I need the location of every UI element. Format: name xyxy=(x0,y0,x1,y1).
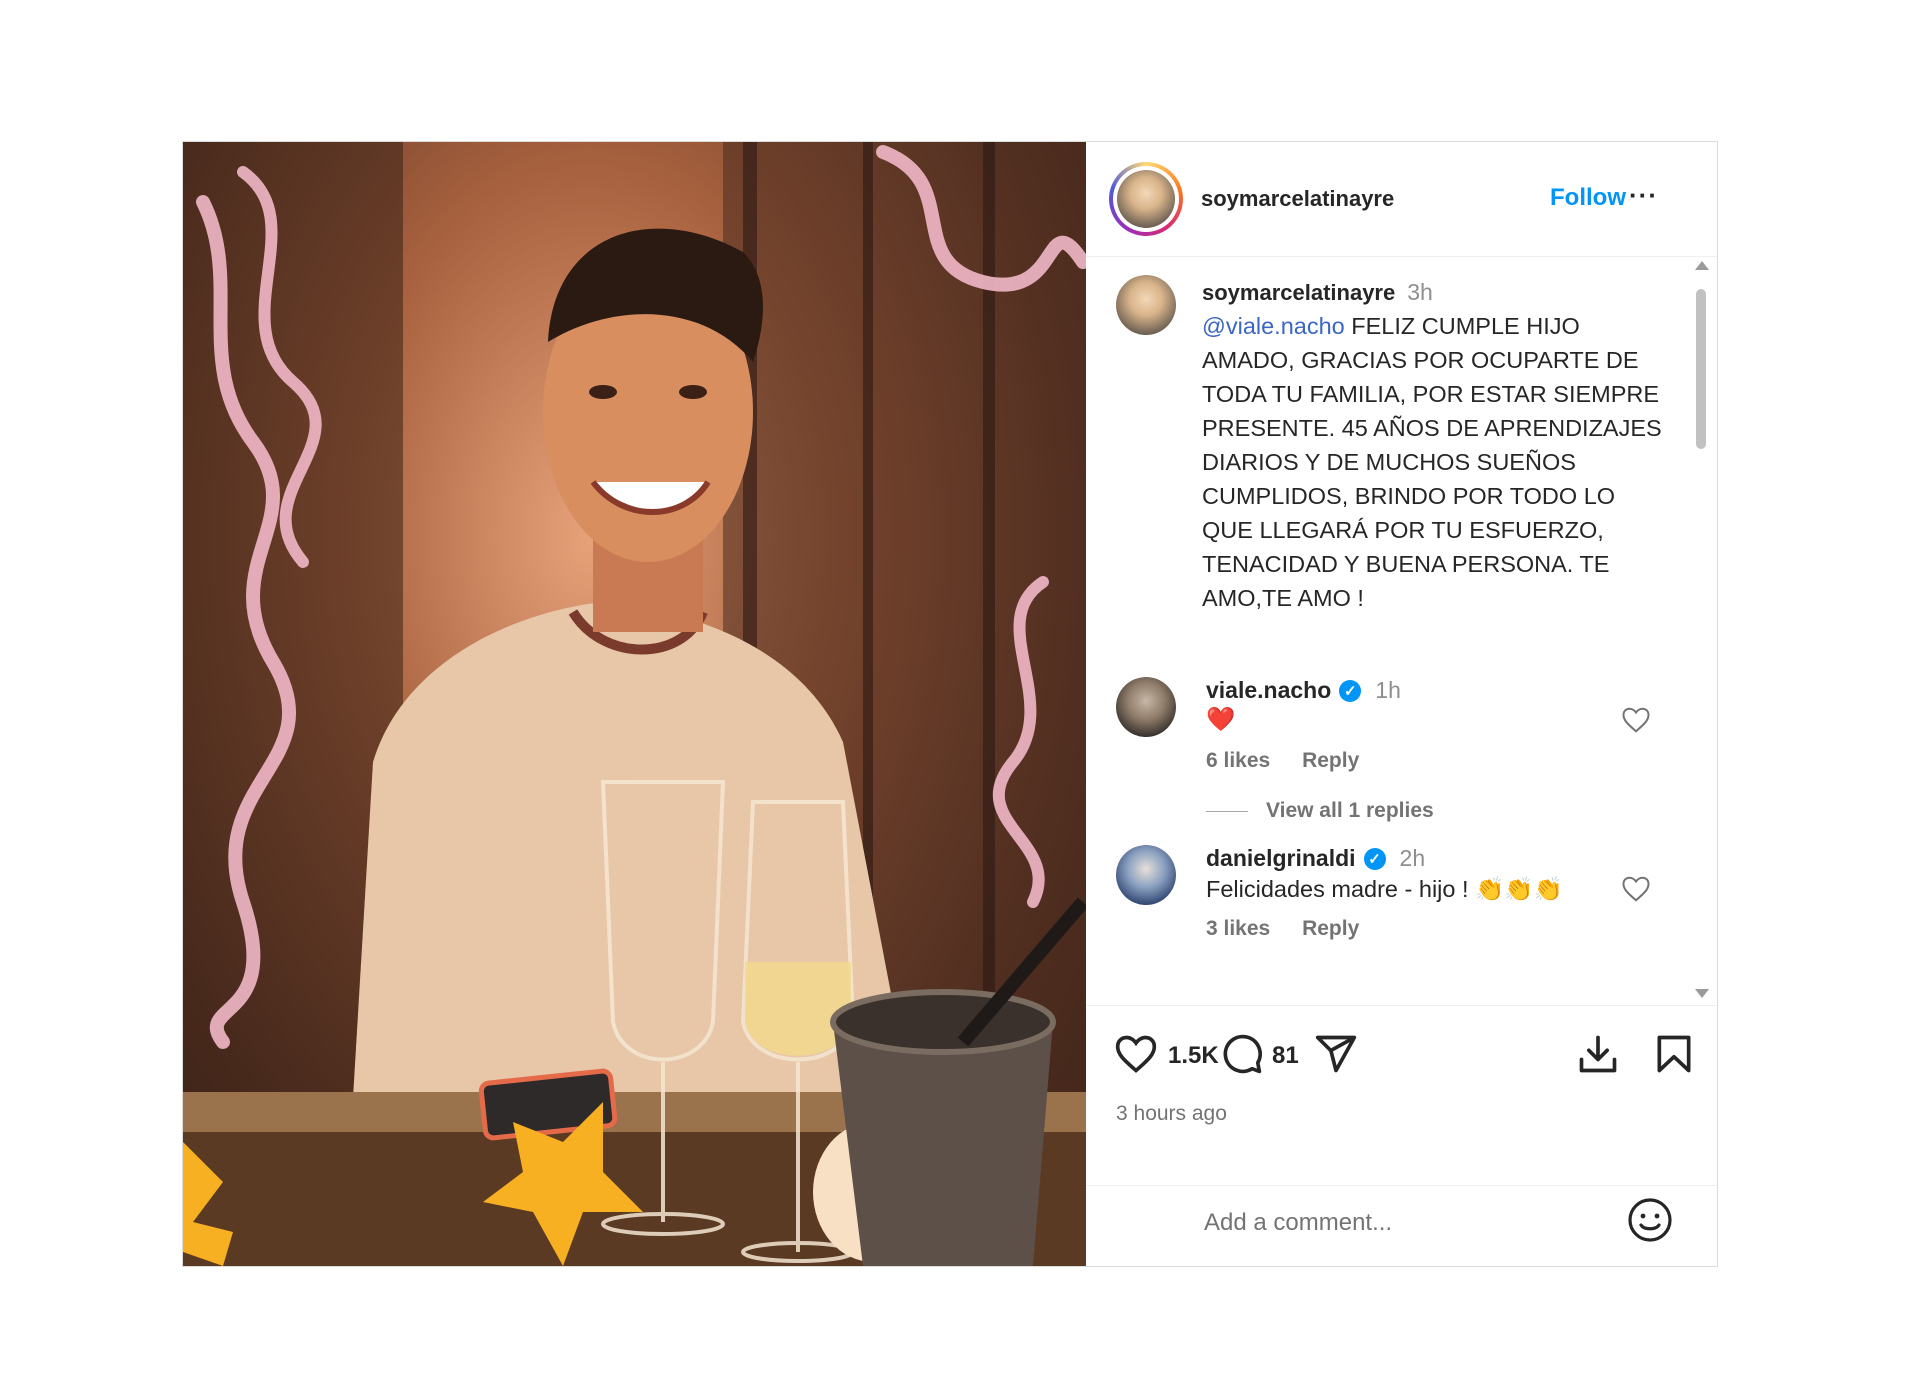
comment-time: 1h xyxy=(1375,677,1401,703)
post-side-panel: soymarcelatinayre Follow ··· soymarcelat… xyxy=(1086,142,1717,1266)
comment-avatar[interactable] xyxy=(1116,677,1176,737)
scroll-down-arrow-icon[interactable] xyxy=(1695,989,1709,998)
story-ring[interactable] xyxy=(1109,162,1183,236)
post-timestamp: 3 hours ago xyxy=(1116,1102,1227,1125)
caption-username[interactable]: soymarcelatinayre xyxy=(1202,280,1395,305)
save-bookmark-icon[interactable] xyxy=(1652,1032,1696,1076)
post-header: soymarcelatinayre Follow ··· xyxy=(1086,142,1717,257)
caption-avatar[interactable] xyxy=(1116,275,1176,335)
caption-text: @viale.nacho FELIZ CUMPLE HIJO AMADO, GR… xyxy=(1202,309,1672,615)
comment-avatar[interactable] xyxy=(1116,845,1176,905)
comment-like-icon[interactable] xyxy=(1621,874,1651,904)
add-comment-input[interactable] xyxy=(1202,1202,1626,1244)
comment-username[interactable]: danielgrinaldi xyxy=(1206,845,1356,872)
scroll-thumb[interactable] xyxy=(1696,289,1706,449)
comment-like-icon[interactable] xyxy=(1621,705,1651,735)
comment-username[interactable]: viale.nacho xyxy=(1206,677,1331,704)
follow-button[interactable]: Follow xyxy=(1550,184,1626,212)
author-avatar[interactable] xyxy=(1117,170,1175,228)
caption-time: 3h xyxy=(1407,279,1433,305)
verified-badge-icon: ✓ xyxy=(1363,847,1386,870)
author-username[interactable]: soymarcelatinayre xyxy=(1201,186,1394,212)
replies-line xyxy=(1206,810,1248,812)
comment-time: 2h xyxy=(1399,845,1426,871)
comment-likes[interactable]: 6 likes xyxy=(1206,749,1270,772)
download-icon[interactable] xyxy=(1576,1032,1620,1076)
like-count[interactable]: 1.5K xyxy=(1168,1042,1219,1070)
caption-body: FELIZ CUMPLE HIJO AMADO, GRACIAS POR OCU… xyxy=(1202,313,1662,611)
view-replies-label[interactable]: View all 1 replies xyxy=(1266,799,1434,823)
post-actions: 1.5K 81 3 hours ago xyxy=(1086,1005,1717,1186)
comment-meta: 3 likes Reply xyxy=(1206,917,1385,941)
comment-bubble-icon[interactable] xyxy=(1220,1032,1264,1076)
comment-text: ❤️ xyxy=(1206,706,1236,732)
comment-header: danielgrinaldi ✓ 2h xyxy=(1206,845,1425,872)
comment-count[interactable]: 81 xyxy=(1272,1042,1299,1070)
instagram-post: soymarcelatinayre Follow ··· soymarcelat… xyxy=(182,141,1718,1267)
emoji-picker-icon[interactable] xyxy=(1626,1196,1674,1244)
comment-reply-button[interactable]: Reply xyxy=(1302,749,1359,772)
comments-section[interactable]: soymarcelatinayre 3h @viale.nacho FELIZ C… xyxy=(1086,257,1717,1005)
comment-likes[interactable]: 3 likes xyxy=(1206,917,1270,940)
caption-header: soymarcelatinayre 3h xyxy=(1202,279,1433,306)
post-photo-illustration xyxy=(183,142,1086,1266)
more-options-icon[interactable]: ··· xyxy=(1629,180,1658,211)
verified-badge-icon: ✓ xyxy=(1339,679,1362,702)
comment-meta: 6 likes Reply xyxy=(1206,749,1385,773)
comment-reply-button[interactable]: Reply xyxy=(1302,917,1359,940)
post-photo[interactable] xyxy=(183,142,1086,1266)
comment-text: Felicidades madre - hijo ! 👏👏👏 xyxy=(1206,876,1563,902)
comments-scrollbar[interactable] xyxy=(1692,257,1710,1005)
share-icon[interactable] xyxy=(1314,1032,1358,1076)
scroll-up-arrow-icon[interactable] xyxy=(1695,261,1709,270)
view-replies-button[interactable]: View all 1 replies xyxy=(1206,799,1434,823)
like-heart-icon[interactable] xyxy=(1114,1032,1158,1076)
comment-header: viale.nacho ✓ 1h xyxy=(1206,677,1401,704)
add-comment-bar xyxy=(1086,1185,1717,1267)
caption-mention[interactable]: @viale.nacho xyxy=(1202,313,1345,339)
